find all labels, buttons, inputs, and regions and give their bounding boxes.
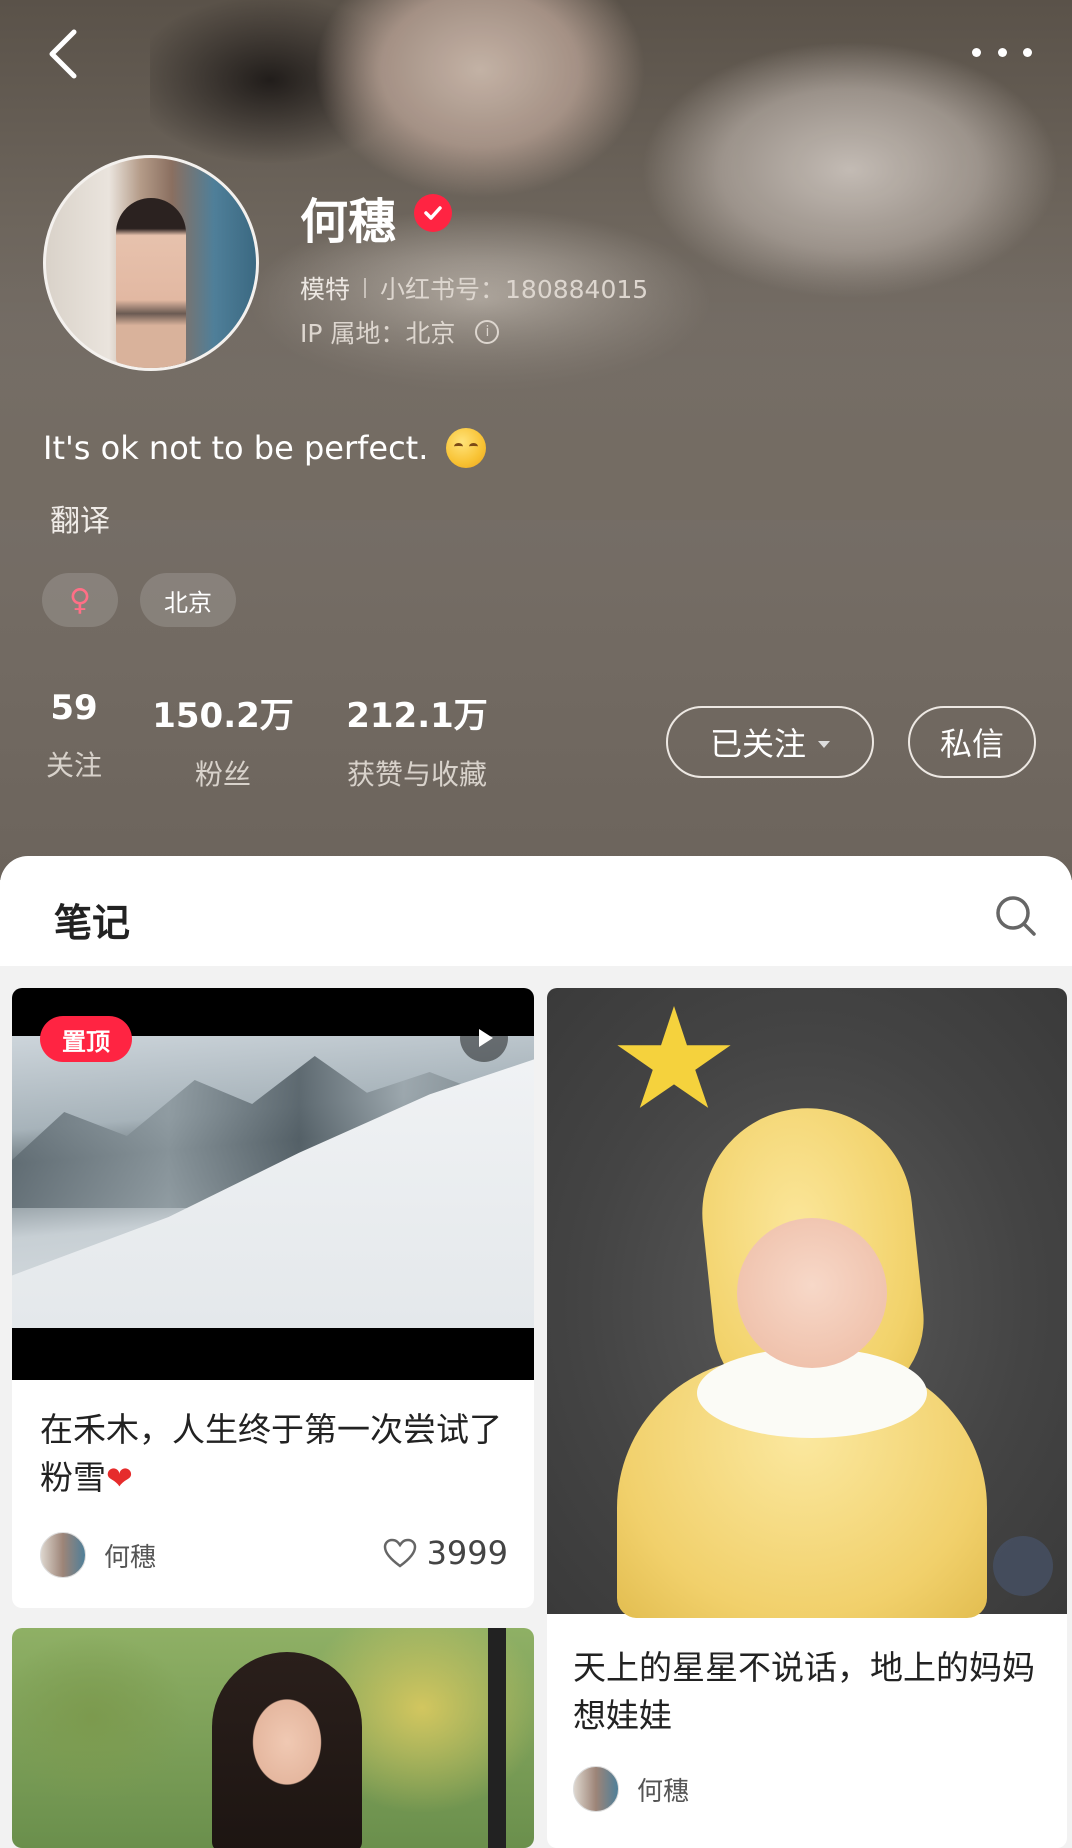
red-heart-emoji-icon: ❤ [106,1459,133,1497]
translate-link[interactable]: 翻译 [50,496,110,540]
note-card[interactable] [12,1628,534,1848]
avatar[interactable] [43,155,259,371]
like-button[interactable]: 3999 [383,1534,508,1572]
likes-collects-stat[interactable]: 212.1万 获赞与收藏 [332,688,502,793]
tab-notes[interactable]: 笔记 [54,892,130,947]
watermark-logo-icon [993,1536,1053,1596]
message-button[interactable]: 私信 [908,706,1036,778]
occupation: 模特 [300,275,351,304]
note-cover-image [12,1628,534,1848]
chevron-down-icon [818,740,830,748]
more-options-icon[interactable] [972,34,1032,70]
profile-meta: 模特 小红书号：180884015 [300,270,648,306]
back-arrow-icon[interactable] [40,24,90,84]
followers-stat[interactable]: 150.2万 粉丝 [148,688,298,793]
star-hat-icon [617,1006,731,1108]
profile-name: 何穗 [300,194,397,250]
smiling-emoji-icon [446,428,487,468]
note-author[interactable]: 何穗 [40,1532,156,1578]
heart-icon [383,1538,416,1568]
play-icon [460,1014,508,1062]
note-cover-video: 置顶 [12,988,534,1380]
xhs-id: 小红书号：180884015 [380,275,649,304]
note-card[interactable]: 置顶 在禾木，人生终于第一次尝试了粉雪❤ 何穗 3999 [12,988,534,1608]
ip-location: IP 属地：北京 i [300,314,500,350]
note-card[interactable]: 天上的星星不说话，地上的妈妈想娃娃 何穗 [547,988,1067,1848]
verified-badge-icon [414,194,452,232]
city-tag: 北京 [140,573,236,627]
author-avatar [573,1766,619,1812]
author-avatar [40,1532,86,1578]
note-title: 在禾木，人生终于第一次尝试了粉雪❤ [40,1406,510,1502]
gender-tag: ♀ [42,573,118,627]
like-count: 3999 [426,1534,508,1572]
notes-tab-bar: 笔记 [0,856,1072,966]
note-title: 天上的星星不说话，地上的妈妈想娃娃 [573,1648,1035,1735]
note-cover-image [547,988,1067,1618]
profile-header: 何穗 模特 小红书号：180884015 IP 属地：北京 i It's ok … [0,0,1072,880]
pinned-badge: 置顶 [40,1016,132,1062]
search-icon[interactable] [994,894,1038,938]
following-stat[interactable]: 59 关注 [38,688,110,784]
bio: It's ok not to be perfect. [43,428,487,468]
info-icon[interactable]: i [475,320,500,344]
note-author[interactable]: 何穗 [573,1766,689,1812]
following-button[interactable]: 已关注 [666,706,874,778]
